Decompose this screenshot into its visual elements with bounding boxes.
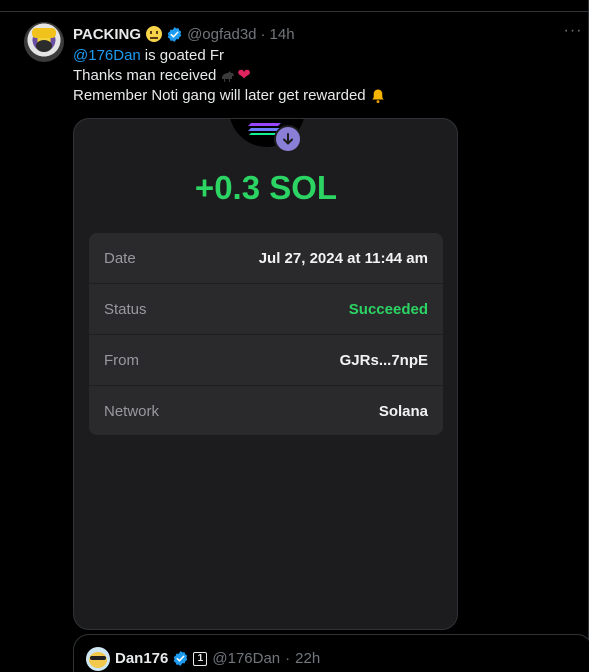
- quoted-author-avatar[interactable]: [86, 647, 110, 671]
- tweet-line-1-text: is goated Fr: [144, 47, 224, 64]
- more-options-icon[interactable]: ···: [561, 23, 585, 42]
- author-handle[interactable]: @ogfad3d: [187, 26, 256, 43]
- detail-row-status: Status Succeeded: [89, 284, 443, 335]
- tweet-text: @176Dan is goated Fr Thanks man received…: [73, 46, 386, 106]
- avatar-glasses: [90, 656, 106, 660]
- tweet-line-2: Thanks man received ❤: [73, 66, 386, 86]
- detail-label: Date: [104, 249, 136, 267]
- affiliate-badge[interactable]: 1: [193, 651, 208, 666]
- header-separator: ·: [285, 650, 291, 667]
- detail-label: Status: [104, 300, 147, 318]
- detail-value: Solana: [378, 403, 428, 420]
- avatar-face: [89, 652, 107, 668]
- detail-value: Jul 27, 2024 at 11:44 am: [258, 249, 428, 267]
- tweet-header: PACKING @ogfad3d · 14h: [73, 25, 295, 43]
- detail-row-date: Date Jul 27, 2024 at 11:44 am: [89, 233, 443, 284]
- status-value: Succeeded: [348, 300, 428, 318]
- quoted-author-handle[interactable]: @176Dan: [212, 650, 280, 667]
- heart-emoji-icon: ❤: [237, 67, 251, 84]
- header-separator: ·: [260, 25, 266, 43]
- detail-label: Network: [104, 403, 160, 420]
- tweet-line-3: Remember Noti gang will later get reward…: [73, 86, 386, 106]
- mention-link[interactable]: @176Dan: [73, 46, 141, 66]
- quoted-tweet-header: Dan176 1 @176Dan · 22h: [115, 650, 320, 667]
- received-amount: +0.3 SOL: [194, 169, 338, 206]
- arrow-down-icon: [274, 125, 302, 153]
- tweet-line-1: @176Dan is goated Fr: [73, 46, 386, 66]
- detail-label: From: [104, 351, 139, 369]
- author-avatar[interactable]: [24, 22, 64, 62]
- verified-badge-icon[interactable]: [172, 650, 189, 667]
- quoted-tweet-time[interactable]: 22h: [295, 650, 320, 667]
- quoted-tweet[interactable]: Dan176 1 @176Dan · 22h: [73, 634, 589, 672]
- avatar-hat: [32, 28, 56, 38]
- tweet-time[interactable]: 14h: [270, 26, 295, 43]
- detail-row-network: Network Solana: [89, 386, 443, 435]
- tweet-line-2-text: Thanks man received: [73, 67, 217, 84]
- author-name[interactable]: PACKING: [73, 26, 141, 43]
- neutral-face-emoji-icon: [146, 26, 163, 42]
- verified-badge-icon[interactable]: [166, 26, 183, 43]
- detail-value: GJRs...7npE: [339, 351, 428, 369]
- timeline-top-border: [0, 0, 589, 12]
- transaction-details: Date Jul 27, 2024 at 11:44 am Status Suc…: [89, 233, 443, 435]
- avatar-face: [36, 40, 52, 52]
- quoted-author-name[interactable]: Dan176: [115, 650, 168, 667]
- horse-emoji-icon: [222, 71, 235, 82]
- tweet-line-3-text: Remember Noti gang will later get reward…: [73, 87, 366, 104]
- detail-row-from: From GJRs...7npE: [89, 335, 443, 386]
- receipt-image[interactable]: +0.3 SOL Date Jul 27, 2024 at 11:44 am S…: [73, 118, 458, 630]
- bell-emoji-icon: [371, 89, 384, 104]
